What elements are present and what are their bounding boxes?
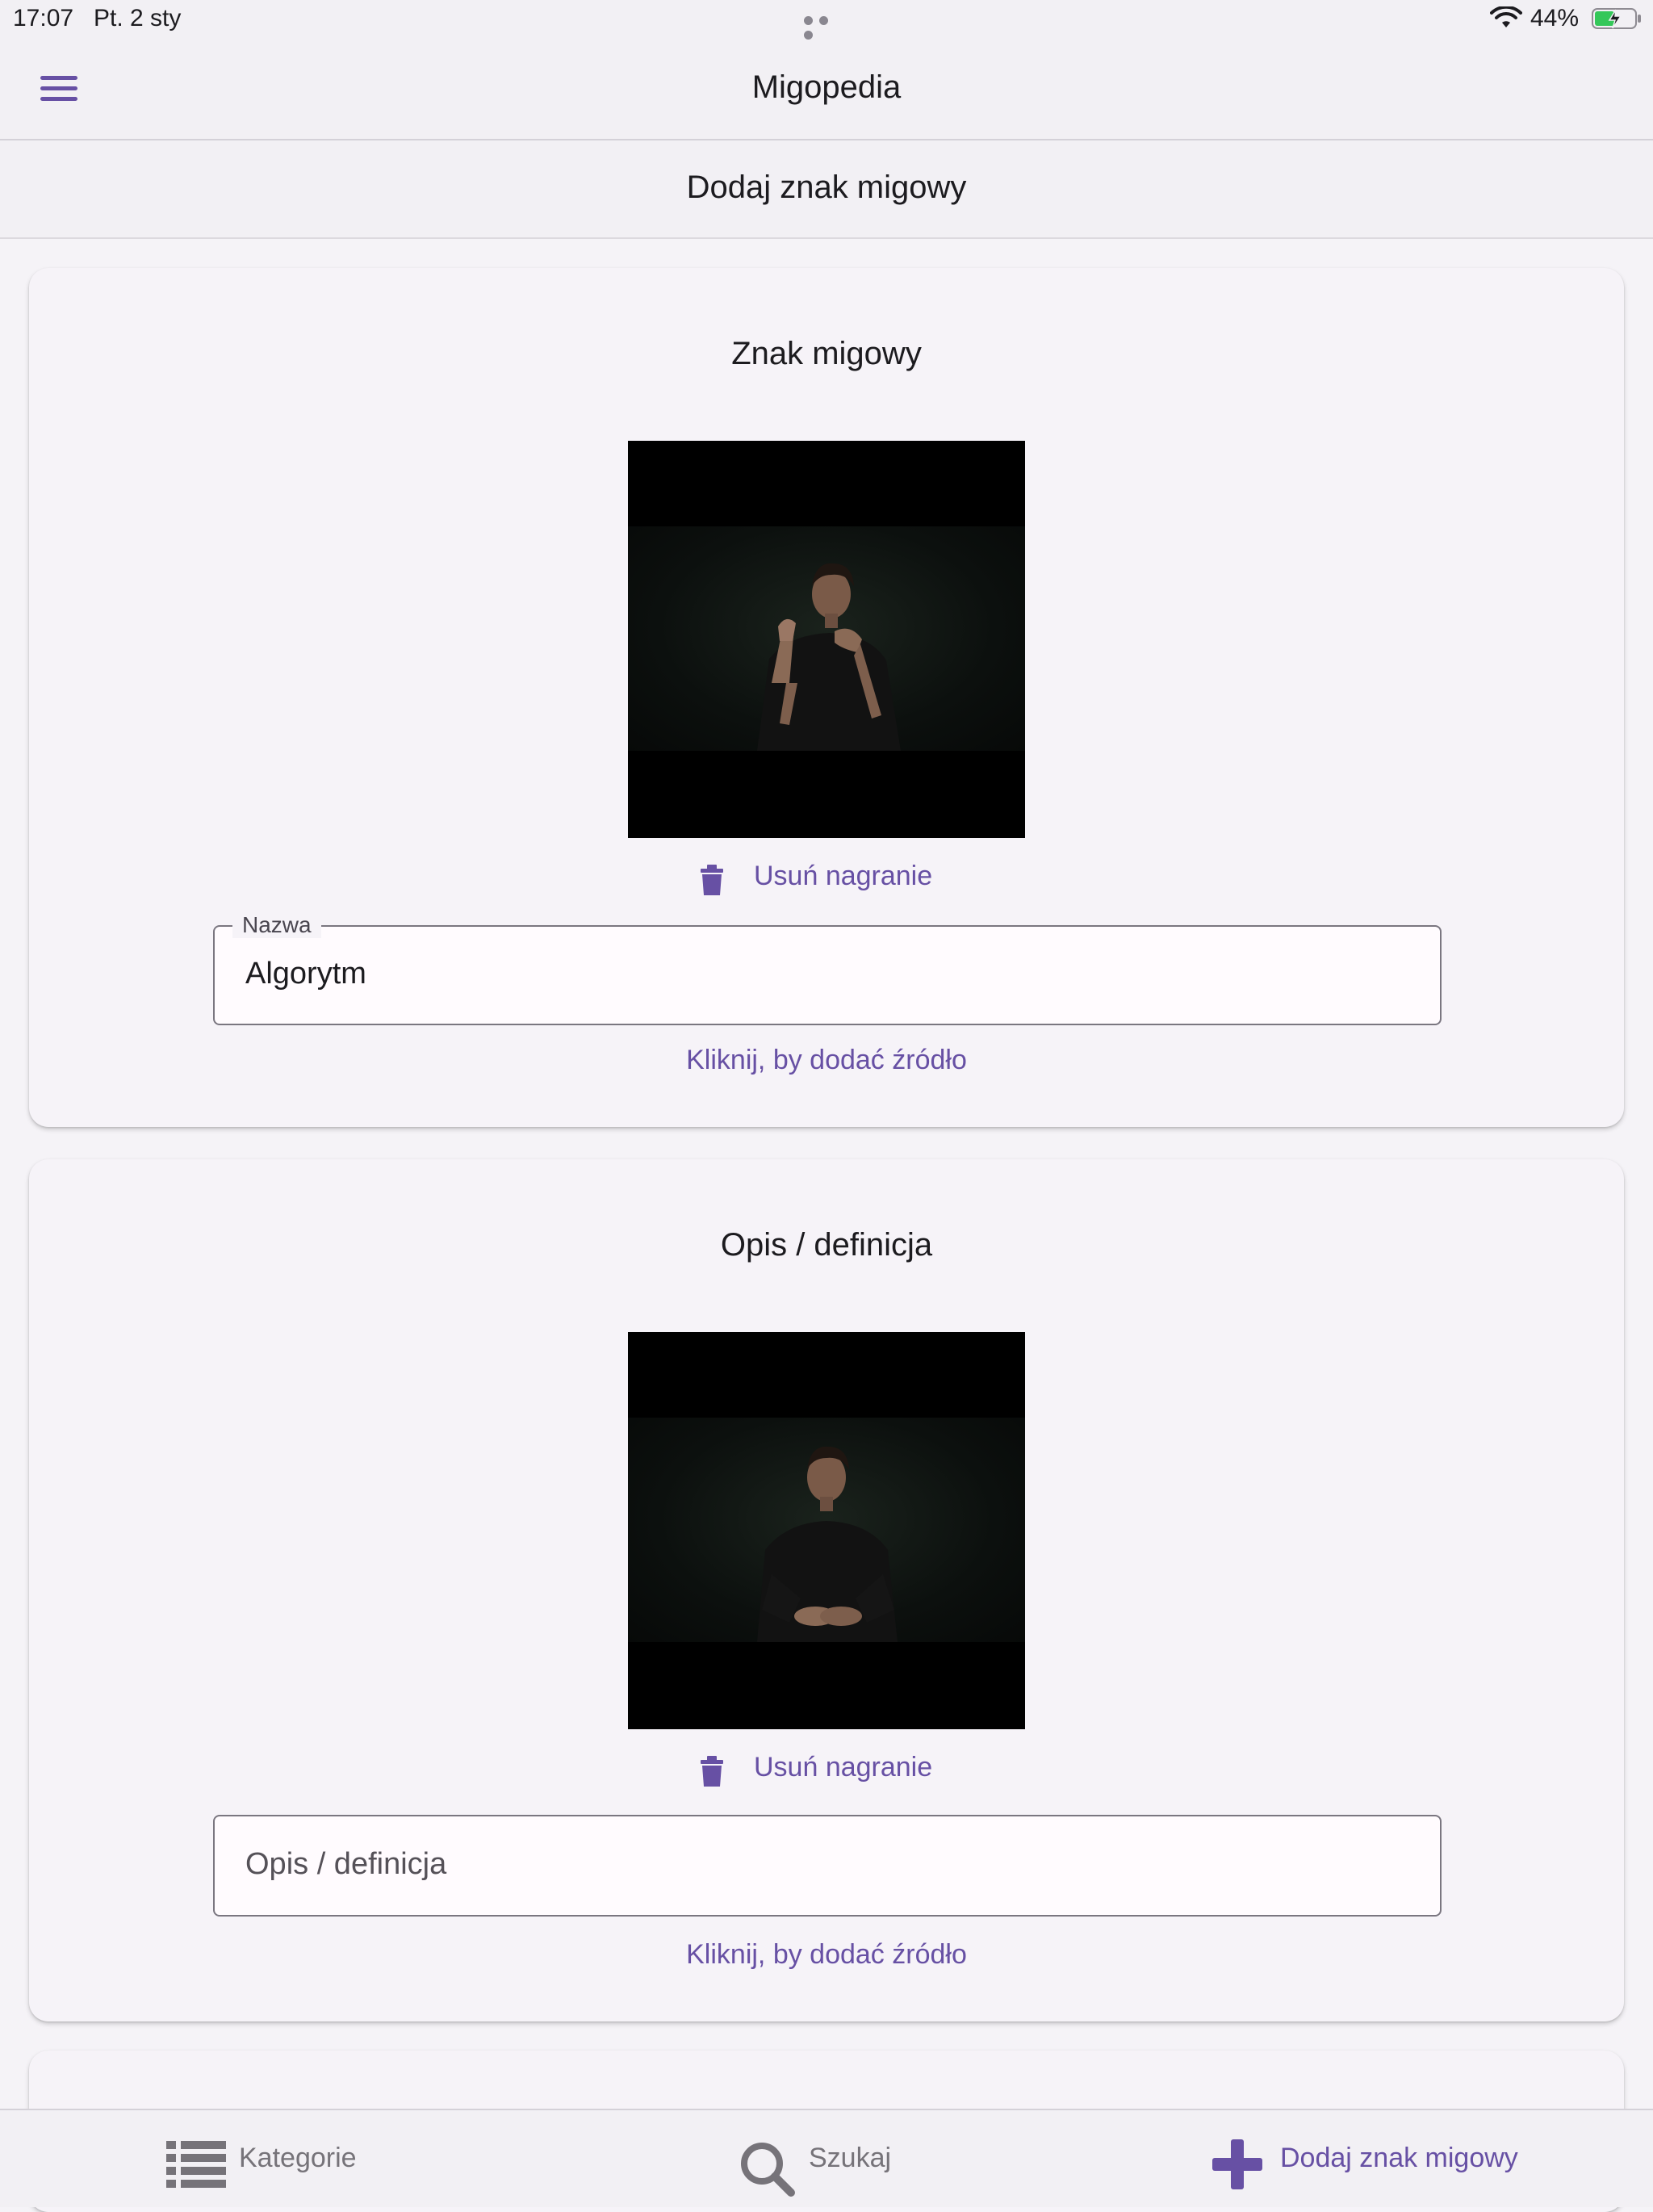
- nav-item-search[interactable]: Szukaj: [738, 2110, 899, 2207]
- description-field: [213, 1815, 1442, 1917]
- sign-card-title: Znak migowy: [731, 336, 922, 371]
- sign-card: Znak migowy Usuń nagranie Nazwa Kliknij,…: [29, 268, 1624, 1127]
- name-input[interactable]: [245, 927, 1408, 1020]
- add-sign-source-link[interactable]: Kliknij, by dodać źródło: [29, 1045, 1624, 1076]
- sign-video-preview[interactable]: [628, 441, 1025, 838]
- search-icon: [741, 2143, 795, 2197]
- bottom-navigation: Kategorie Szukaj Dodaj znak migowy: [0, 2109, 1653, 2207]
- status-bar: 17:07 Pt. 2 sty 44%: [0, 0, 1653, 40]
- add-definition-source-link[interactable]: Kliknij, by dodać źródło: [29, 1939, 1624, 1971]
- definition-card: Opis / definicja Usuń nagranie Kliknij, …: [29, 1159, 1624, 2021]
- status-date: Pt. 2 sty: [94, 5, 182, 31]
- page-header: Dodaj znak migowy: [0, 140, 1653, 239]
- nav-label-categories: Kategorie: [239, 2143, 357, 2173]
- definition-card-title: Opis / definicja: [720, 1227, 933, 1263]
- list-icon: [166, 2141, 226, 2188]
- remove-recording-label: Usuń nagranie: [754, 1752, 933, 1783]
- nav-item-categories[interactable]: Kategorie: [161, 2110, 379, 2207]
- battery-charging-icon: [1592, 8, 1641, 29]
- plus-icon: [1212, 2139, 1262, 2189]
- definition-video-preview[interactable]: [628, 1332, 1025, 1729]
- trash-icon: [701, 865, 723, 895]
- name-field: Nazwa: [213, 912, 1442, 1025]
- trash-icon: [701, 1756, 723, 1787]
- nav-item-add-sign[interactable]: Dodaj znak migowy: [1212, 2110, 1535, 2207]
- wifi-icon: [1490, 6, 1522, 27]
- description-input[interactable]: [245, 1816, 1408, 1912]
- page-title: Dodaj znak migowy: [686, 170, 967, 205]
- status-time: 17:07: [13, 5, 74, 31]
- nav-label-add-sign: Dodaj znak migowy: [1280, 2143, 1518, 2173]
- multitasking-dots-icon[interactable]: [804, 15, 849, 40]
- app-bar: Migopedia: [0, 40, 1653, 140]
- signer-figure: [757, 1446, 898, 1642]
- remove-recording-label: Usuń nagranie: [754, 861, 933, 891]
- signer-figure: [757, 563, 901, 751]
- app-title: Migopedia: [751, 69, 902, 105]
- battery-percentage: 44%: [1530, 5, 1580, 31]
- nav-label-search: Szukaj: [809, 2143, 892, 2173]
